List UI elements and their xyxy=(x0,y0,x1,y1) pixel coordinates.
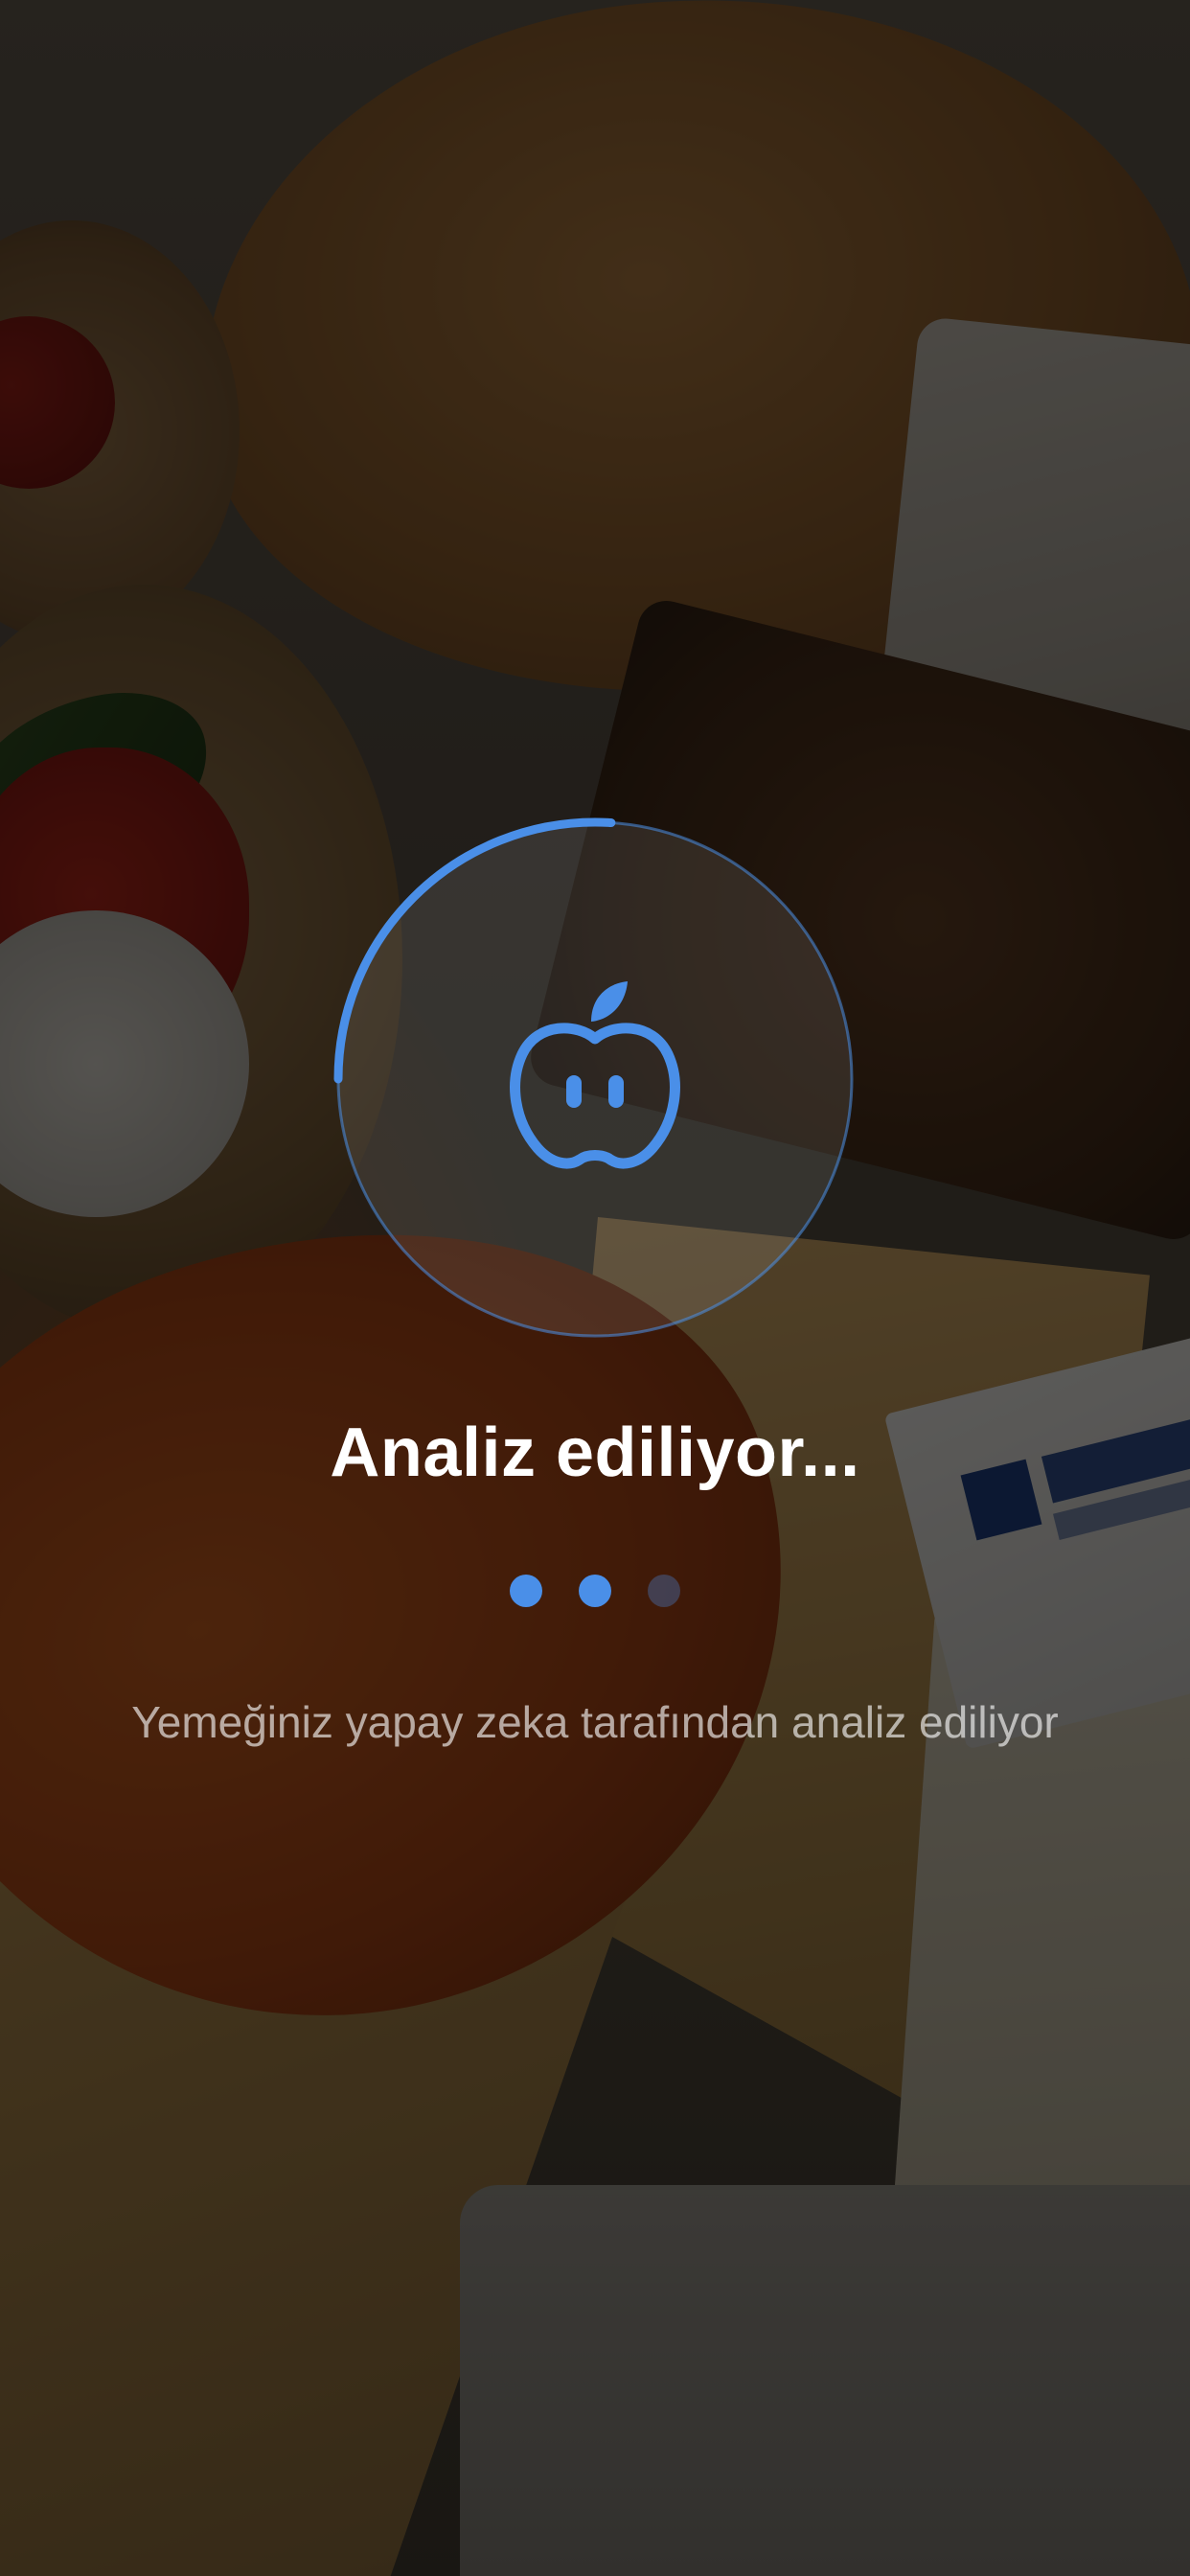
loading-dot xyxy=(648,1575,680,1607)
progress-ring xyxy=(331,815,859,1344)
loading-dots xyxy=(0,1575,1190,1607)
loading-dot xyxy=(579,1575,611,1607)
analysis-title: Analiz ediliyor... xyxy=(330,1414,860,1491)
loading-dot xyxy=(510,1575,542,1607)
apple-face-icon xyxy=(509,979,681,1171)
analysis-loading-screen: Analiz ediliyor... Yemeğiniz yapay zeka … xyxy=(0,0,1190,2576)
analysis-subtitle: Yemeğiniz yapay zeka tarafından analiz e… xyxy=(131,1697,1059,1747)
